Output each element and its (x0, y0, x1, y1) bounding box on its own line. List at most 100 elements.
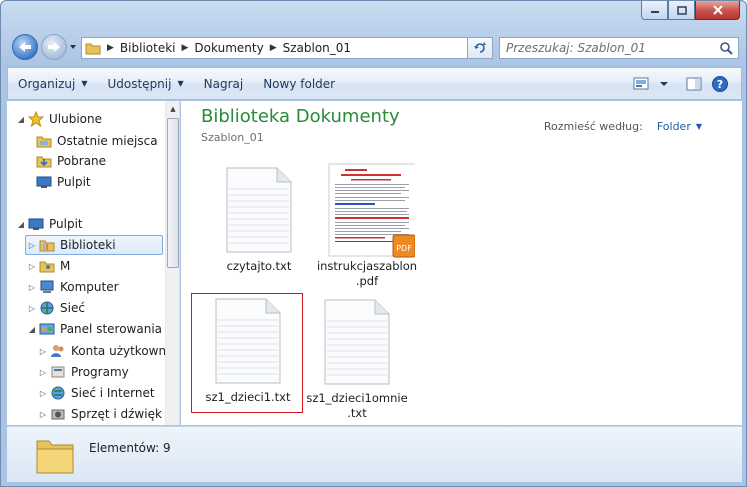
pdf-file-icon: PDF (311, 163, 423, 259)
scroll-up-icon[interactable]: ▲ (166, 101, 179, 117)
nav-item-computer[interactable]: ▷ Komputer (26, 277, 119, 297)
arrow-right-icon (48, 42, 60, 52)
close-icon (712, 5, 723, 15)
collapse-icon[interactable]: ◢ (26, 319, 38, 339)
window-controls (641, 1, 740, 21)
nav-label: Ulubione (49, 112, 103, 126)
file-name: sz1_dzieci1.txt (205, 390, 291, 404)
arrow-left-icon (19, 42, 31, 52)
minimize-icon (650, 11, 659, 13)
burn-label: Nagraj (203, 76, 244, 91)
navigation-pane: ◢ Ulubione Ostatnie miejsca Pobrane Pulp… (7, 101, 180, 425)
nav-label: Pulpit (49, 217, 83, 231)
chevron-down-icon[interactable]: ▼ (696, 122, 702, 131)
nav-item-libraries[interactable]: ▷ Biblioteki (25, 235, 163, 255)
view-icon (633, 77, 649, 89)
expand-icon[interactable]: ▷ (37, 362, 49, 382)
chevron-down-icon (660, 81, 668, 86)
nav-label: Sprzęt i dźwięk (71, 407, 162, 421)
star-icon (27, 110, 45, 128)
nav-label: Panel sterowania (60, 322, 162, 336)
nav-item-user[interactable]: ▷ M (26, 256, 70, 276)
help-icon: ? (712, 75, 728, 92)
breadcrumb-separator[interactable]: ▶ (104, 43, 117, 53)
breadcrumb-separator[interactable]: ▶ (179, 43, 192, 53)
libraries-icon (38, 236, 56, 254)
organize-button[interactable]: Organizuj ▼ (8, 70, 97, 98)
nav-label: Pobrane (57, 154, 107, 168)
minimize-button[interactable] (641, 1, 668, 20)
close-button[interactable] (695, 1, 740, 20)
nav-item-downloads[interactable]: Pobrane (35, 151, 106, 171)
downloads-icon (35, 152, 53, 170)
folder-icon (25, 430, 85, 480)
status-bar: Elementów: 9 (7, 426, 742, 482)
network-internet-icon (49, 384, 67, 402)
nav-item-programs[interactable]: ▷ Programy (37, 362, 129, 382)
nav-item-network[interactable]: ▷ Sieć (26, 298, 85, 318)
collapse-icon[interactable]: ◢ (15, 214, 27, 234)
breadcrumb-dokumenty[interactable]: Dokumenty (191, 38, 266, 58)
history-dropdown-icon[interactable] (69, 43, 77, 51)
file-item[interactable]: sz1_dzieci1omnie .txt (301, 293, 413, 421)
expand-icon[interactable]: ▷ (37, 383, 49, 403)
desktop-icon (35, 173, 53, 191)
help-button[interactable]: ? (707, 71, 733, 97)
nav-label: Programy (71, 365, 129, 379)
search-icon[interactable] (714, 41, 738, 55)
user-accounts-icon (49, 342, 67, 360)
nav-item-hardware-sound[interactable]: ▷ Sprzęt i dźwięk (37, 404, 162, 424)
nav-scrollbar[interactable]: ▲ (165, 101, 179, 425)
forward-button[interactable] (41, 34, 67, 60)
arrange-value-link[interactable]: Folder (657, 120, 691, 133)
nav-item-desktop[interactable]: ◢ Pulpit (15, 214, 83, 234)
preview-pane-icon (686, 77, 702, 90)
nav-item-network-internet[interactable]: ▷ Sieć i Internet (37, 383, 155, 403)
expand-icon[interactable]: ▷ (37, 341, 49, 361)
share-button[interactable]: Udostępnij ▼ (97, 70, 193, 98)
burn-button[interactable]: Nagraj (194, 70, 254, 98)
organize-label: Organizuj (18, 76, 76, 91)
folder-icon (82, 38, 104, 58)
address-bar[interactable]: ▶ Biblioteki ▶ Dokumenty ▶ Szablon_01 (81, 37, 493, 59)
new-folder-button[interactable]: Nowy folder (253, 70, 345, 98)
breadcrumb-biblioteki[interactable]: Biblioteki (117, 38, 179, 58)
preview-pane-button[interactable] (681, 71, 707, 97)
breadcrumb-szablon[interactable]: Szablon_01 (280, 38, 354, 58)
nav-label: Sieć (60, 301, 85, 315)
search-box[interactable] (499, 37, 739, 59)
file-item-selected[interactable]: sz1_dzieci1.txt (191, 293, 303, 413)
nav-item-desktop-fav[interactable]: Pulpit (35, 172, 91, 192)
file-item[interactable]: PDF instrukcjaszablon .pdf (311, 161, 423, 289)
view-options-dropdown[interactable] (655, 71, 673, 97)
expand-icon[interactable]: ▷ (26, 256, 38, 276)
chevron-down-icon: ▼ (81, 79, 88, 88)
maximize-icon (676, 5, 687, 15)
expand-icon[interactable]: ▷ (26, 235, 38, 255)
computer-icon (38, 278, 56, 296)
nav-label: Ostatnie miejsca (57, 134, 158, 148)
breadcrumb-separator[interactable]: ▶ (267, 43, 280, 53)
nav-label: Komputer (60, 280, 119, 294)
expand-icon[interactable]: ▷ (26, 298, 38, 318)
command-bar: Organizuj ▼ Udostępnij ▼ Nagraj Nowy folde… (7, 67, 742, 100)
nav-item-favorites[interactable]: ◢ Ulubione (15, 109, 102, 129)
file-item[interactable]: czytajto.txt (203, 161, 315, 289)
scrollbar-thumb[interactable] (167, 118, 179, 268)
expand-icon[interactable]: ▷ (37, 404, 49, 424)
search-input[interactable] (506, 41, 714, 55)
nav-item-recent[interactable]: Ostatnie miejsca (35, 131, 158, 151)
nav-item-control-panel[interactable]: ◢ Panel sterowania (26, 319, 162, 339)
file-name: instrukcjaszablon .pdf (316, 259, 418, 288)
change-view-button[interactable] (629, 71, 655, 97)
maximize-button[interactable] (668, 1, 695, 20)
nav-label: Sieć i Internet (71, 386, 155, 400)
library-title: Biblioteka Dokumenty (201, 106, 400, 127)
programs-icon (49, 363, 67, 381)
expand-icon[interactable]: ▷ (26, 277, 38, 297)
refresh-button[interactable] (467, 37, 493, 59)
back-button[interactable] (12, 34, 38, 60)
nav-label: M (60, 259, 71, 273)
nav-item-user-accounts[interactable]: ▷ Konta użytkownik (37, 341, 176, 361)
collapse-icon[interactable]: ◢ (15, 109, 27, 129)
